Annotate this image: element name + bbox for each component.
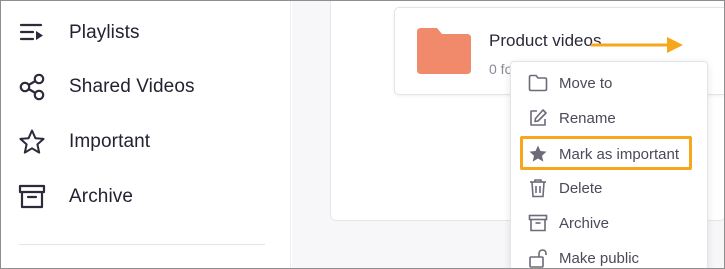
- menu-item-label: Delete: [559, 179, 603, 197]
- sidebar-divider: [19, 244, 265, 245]
- sidebar-item-playlists[interactable]: Playlists: [17, 18, 140, 48]
- menu-item-label: Rename: [559, 109, 616, 127]
- sidebar-item-label: Playlists: [69, 22, 140, 43]
- archive-icon: [17, 182, 47, 212]
- folder-icon: [417, 26, 471, 79]
- sidebar-item-important[interactable]: Important: [17, 127, 150, 157]
- menu-item-mark-as-important[interactable]: Mark as important: [511, 139, 709, 169]
- sidebar-item-label: Important: [69, 131, 151, 152]
- star-icon: [17, 127, 47, 157]
- playlist-icon: [17, 18, 47, 48]
- star-filled-icon: [527, 143, 549, 165]
- menu-item-move-to[interactable]: Move to: [511, 68, 709, 98]
- share-icon: [17, 72, 47, 102]
- menu-item-label: Archive: [559, 214, 610, 232]
- sidebar: Playlists Shared Videos Important Archiv…: [1, 1, 291, 268]
- sidebar-item-archive[interactable]: Archive: [17, 182, 133, 212]
- app-window: Playlists Shared Videos Important Archiv…: [0, 0, 725, 269]
- folder-context-menu: Move to Rename Mark as important Delete …: [510, 61, 709, 268]
- menu-item-label: Make public: [559, 249, 640, 267]
- folder-icon: [527, 72, 549, 94]
- trash-icon: [527, 177, 549, 199]
- edit-icon: [527, 107, 549, 129]
- folder-title[interactable]: Product videos: [489, 31, 601, 51]
- sidebar-item-label: Shared Videos: [69, 76, 195, 97]
- menu-item-rename[interactable]: Rename: [511, 103, 709, 133]
- sidebar-item-shared-videos[interactable]: Shared Videos: [17, 72, 195, 102]
- arrow-icon: [591, 35, 685, 60]
- sidebar-item-label: Archive: [69, 186, 134, 207]
- menu-item-archive[interactable]: Archive: [511, 208, 709, 238]
- unlock-icon: [527, 247, 549, 268]
- menu-item-make-public[interactable]: Make public: [511, 243, 709, 268]
- menu-item-label: Mark as important: [559, 145, 680, 163]
- menu-item-label: Move to: [559, 74, 613, 92]
- archive-icon: [527, 212, 549, 234]
- menu-item-delete[interactable]: Delete: [511, 173, 709, 203]
